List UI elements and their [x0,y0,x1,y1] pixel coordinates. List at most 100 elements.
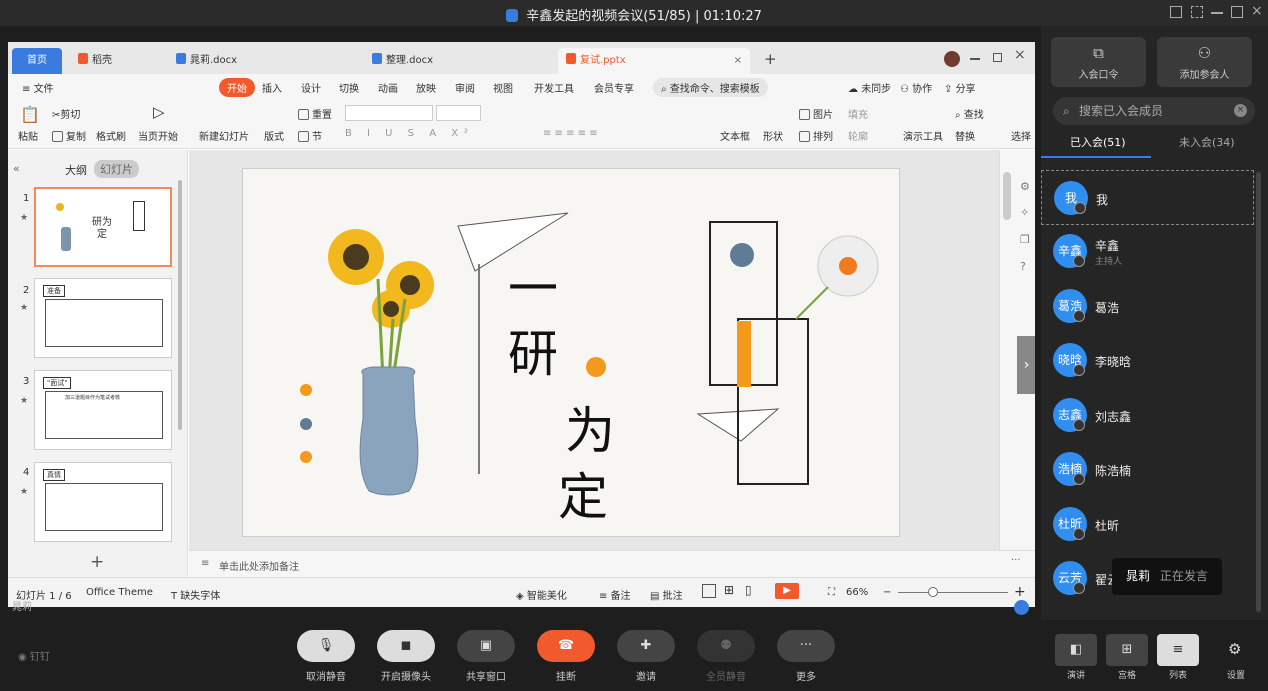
invite-button[interactable]: ✚ [617,630,675,662]
menu-insert[interactable]: 插入 [262,80,282,95]
zoom-out-icon[interactable]: − [883,587,891,598]
from-current-button[interactable]: 当页开始 [138,128,178,143]
paste-button[interactable]: 粘贴 [18,128,38,143]
close-icon[interactable]: × [1014,47,1026,63]
cut-button[interactable]: ✂剪切 [52,106,80,121]
collab-button[interactable]: ⚇ 协作 [900,80,932,95]
menu-slideshow[interactable]: 放映 [416,80,436,95]
tab-doc-zhengli[interactable]: 整理.docx [364,48,552,74]
member-item[interactable]: 葛浩 葛浩 [1041,279,1254,334]
align-buttons[interactable]: ≡ ≡ ≡ ≡ ≡ [543,128,598,139]
menu-animation[interactable]: 动画 [378,80,398,95]
slide-thumbnail[interactable]: 真情 [34,462,172,542]
picture-button[interactable]: 图片 [799,106,833,121]
slide-thumbnail[interactable]: "面试" 加三道题目作为笔试考核 [34,370,172,450]
menu-design[interactable]: 设计 [301,80,321,95]
share-button[interactable]: ⇪ 分享 [944,80,976,95]
slide-thumbnail[interactable]: 准备 [34,278,172,358]
tab-docer[interactable]: 稻壳 [70,48,160,74]
scrollbar[interactable] [1003,172,1011,220]
play-slideshow-icon[interactable]: ▶ [775,583,799,599]
fullscreen-icon[interactable] [1191,6,1203,18]
reset-button[interactable]: 重置 [298,106,332,121]
new-tab-icon[interactable]: + [764,50,777,68]
comment-button[interactable]: ▤ 批注 [650,587,683,602]
settings-icon[interactable]: ⚙ [1020,180,1030,193]
reading-view-icon[interactable]: ▯ [745,583,752,597]
grid-view-icon[interactable]: ⊞ [724,583,734,597]
slide-thumbnail[interactable]: 研为定 [34,187,172,267]
settings-icon[interactable]: ⚙ [1228,640,1241,658]
zoom-level[interactable]: 66% [846,587,868,598]
tab-not-joined[interactable]: 未入会(34) [1179,134,1235,150]
grid-view-button[interactable]: ⊞ [1106,634,1148,666]
font-select[interactable] [345,105,433,121]
member-item[interactable]: 晓晗 李晓晗 [1041,333,1254,388]
member-item[interactable]: 志鑫 刘志鑫 [1041,388,1254,443]
avatar[interactable] [944,51,960,67]
font-style-buttons[interactable]: B I U S A X² [345,128,474,139]
copy-icon[interactable]: ❐ [1020,233,1030,246]
mute-all-button[interactable]: ⚉ [697,630,755,662]
minimize-icon[interactable] [970,58,980,60]
minimize-icon[interactable] [1211,12,1223,14]
member-item[interactable]: 我 我 [1041,170,1254,225]
outline-button[interactable]: 轮廓 [848,128,868,143]
more-button[interactable]: ··· [777,630,835,662]
command-search[interactable]: ⌕ 查找命令、搜索模板 [653,78,768,97]
speaker-view-button[interactable]: ◧ [1055,634,1097,666]
pin-icon[interactable] [1170,6,1182,18]
tab-joined[interactable]: 已入会(51) [1070,134,1126,150]
unmute-button[interactable]: 🎙 [297,630,355,662]
list-view-button[interactable]: ≡ [1157,634,1199,666]
menu-transition[interactable]: 切换 [339,80,359,95]
clear-icon[interactable]: × [1234,104,1247,117]
sync-status[interactable]: ☁ 未同步 [848,80,891,95]
zoom-in-icon[interactable]: + [1014,584,1026,600]
share-window-button[interactable]: ▣ [457,630,515,662]
zoom-slider[interactable] [898,592,1008,593]
menu-view[interactable]: 视图 [493,80,513,95]
tab-ppt-fushi[interactable]: 复试.pptx × [558,48,750,74]
tab-home[interactable]: 首页 [12,48,62,74]
section-button[interactable]: 节 [298,128,322,143]
notes-area[interactable]: ≡ 单击此处添加备注 ··· [189,550,1035,577]
paste-icon[interactable]: 📋 [20,105,40,124]
fit-icon[interactable]: ⛶ [828,587,835,598]
format-painter-button[interactable]: 格式刷 [96,128,126,143]
member-item[interactable]: 杜昕 杜昕 [1041,497,1254,552]
zoom-handle[interactable] [928,587,938,597]
scrollbar[interactable] [1256,172,1261,612]
hangup-button[interactable]: ☎ [537,630,595,662]
shape-button[interactable]: 形状 [763,128,783,143]
replace-button[interactable]: 替换 [955,128,975,143]
select-button[interactable]: 选择 [1011,128,1031,143]
pin-icon[interactable]: ✧ [1020,206,1029,219]
add-slide-icon[interactable]: + [90,552,104,572]
menu-member[interactable]: 会员专享 [594,80,634,95]
new-slide-button[interactable]: 新建幻灯片 [199,128,249,143]
arrange-button[interactable]: 排列 [799,128,833,143]
tab-doc-chaoli[interactable]: 晁莉.docx [168,48,356,74]
member-item[interactable]: 浩楠 陈浩楠 [1041,442,1254,497]
notes-toggle-button[interactable]: ≡ 备注 [599,587,631,602]
help-icon[interactable]: ? [1020,260,1026,273]
layout-button[interactable]: 版式 [264,128,284,143]
member-search-input[interactable]: ⌕ 搜索已入会成员 × [1053,97,1255,125]
beautify-button[interactable]: ◈ 智能美化 [516,587,567,602]
copy-button[interactable]: 复制 [52,128,86,143]
font-size-select[interactable] [436,105,481,121]
tab-slides[interactable]: 幻灯片 [94,160,139,178]
find-button[interactable]: ⌕ 查找 [955,106,984,121]
menu-file[interactable]: ≡ 文件 [22,80,54,95]
menu-review[interactable]: 审阅 [455,80,475,95]
missing-font-button[interactable]: T 缺失字体 [171,587,220,602]
chevron-right-icon[interactable]: › [1017,336,1035,394]
chat-icon[interactable] [1014,600,1029,615]
more-icon[interactable]: ··· [1011,555,1021,566]
menu-dev-tools[interactable]: 开发工具 [534,80,574,95]
collapse-icon[interactable]: « [13,162,20,175]
normal-view-icon[interactable] [702,584,716,598]
close-icon[interactable]: × [1251,3,1263,19]
play-icon[interactable]: ▷ [153,103,165,121]
